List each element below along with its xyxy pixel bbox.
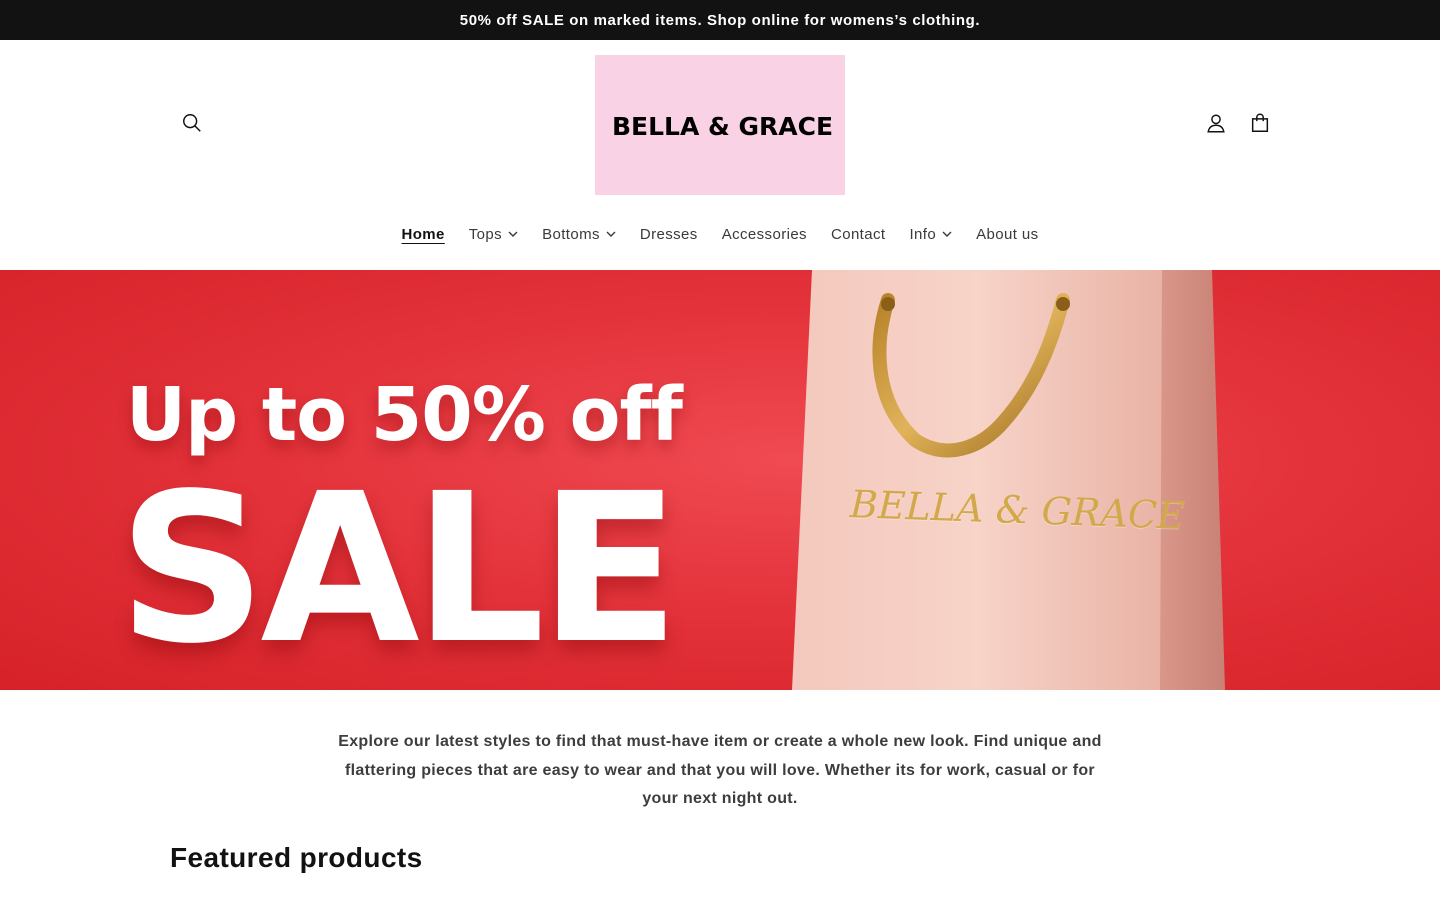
- announcement-text: 50% off SALE on marked items. Shop onlin…: [459, 11, 981, 29]
- featured-products-heading: Featured products: [170, 842, 423, 873]
- nav-label: Home: [401, 225, 445, 243]
- site-logo[interactable]: BELLA & GRACE: [595, 55, 845, 195]
- nav-label: Tops: [468, 225, 503, 243]
- chevron-down-icon: [606, 229, 616, 239]
- account-button[interactable]: [1194, 103, 1238, 147]
- cart-button[interactable]: [1238, 103, 1282, 147]
- chevron-down-icon: [942, 229, 952, 239]
- hero-banner[interactable]: Up to 50% off SALE BELLA & GRACE: [0, 270, 1440, 690]
- search-button[interactable]: [170, 103, 214, 147]
- nav-item-dresses[interactable]: Dresses: [628, 216, 710, 252]
- nav-item-accessories[interactable]: Accessories: [710, 216, 819, 252]
- nav-item-tops[interactable]: Tops: [457, 216, 530, 252]
- user-icon: [1205, 112, 1227, 139]
- nav-label: Dresses: [639, 225, 698, 243]
- nav-label: Contact: [830, 225, 886, 243]
- nav-label: Accessories: [721, 225, 807, 243]
- search-icon: [181, 112, 203, 139]
- logo-text: BELLA & GRACE: [611, 111, 834, 141]
- nav-label: About us: [976, 225, 1039, 243]
- hero-heading: SALE: [118, 449, 680, 689]
- nav-item-contact[interactable]: Contact: [819, 216, 898, 252]
- announcement-bar: 50% off SALE on marked items. Shop onlin…: [0, 0, 1440, 40]
- nav-item-home[interactable]: Home: [389, 216, 456, 252]
- shopping-bag-image: [792, 270, 1225, 690]
- shopping-bag-icon: [1249, 112, 1271, 139]
- chevron-down-icon: [508, 229, 518, 239]
- nav-label: Info: [909, 225, 937, 243]
- nav-item-about-us[interactable]: About us: [964, 216, 1050, 252]
- main-nav: Home Tops Bottoms Dresses Accessories Co…: [0, 216, 1440, 252]
- intro-text: Explore our latest styles to find that m…: [338, 733, 1102, 807]
- hero-subheading: Up to 50% off: [126, 372, 683, 458]
- nav-label: Bottoms: [542, 225, 600, 243]
- nav-item-bottoms[interactable]: Bottoms: [530, 216, 628, 252]
- site-header: BELLA & GRACE Home Tops Bottoms Dresses …: [0, 40, 1440, 270]
- nav-item-info[interactable]: Info: [897, 216, 964, 252]
